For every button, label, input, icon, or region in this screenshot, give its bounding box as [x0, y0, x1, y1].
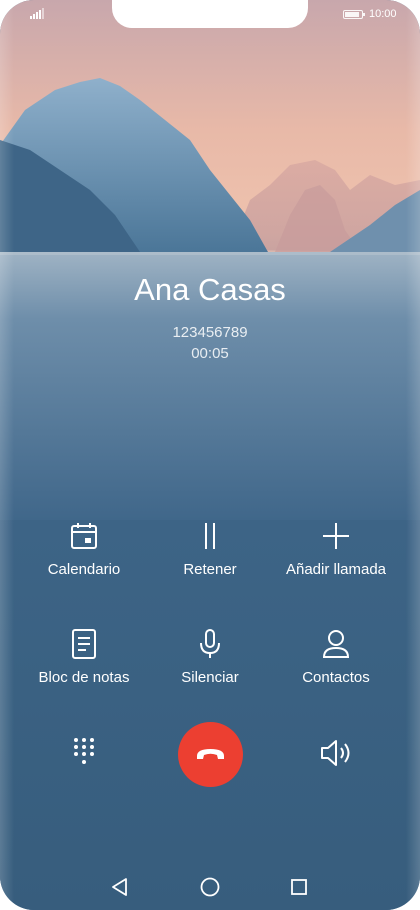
- edge-highlight-right: [406, 0, 420, 910]
- plus-icon: [323, 523, 349, 549]
- contact-icon: [322, 630, 350, 658]
- end-call-button[interactable]: [178, 722, 243, 787]
- microphone-icon: [200, 629, 220, 658]
- back-icon[interactable]: [109, 876, 131, 898]
- dialpad-icon[interactable]: [68, 735, 102, 769]
- hold-button[interactable]: Retener: [145, 521, 275, 591]
- hold-label: Retener: [183, 561, 237, 578]
- contact-name: Ana Casas: [134, 272, 286, 307]
- wallpaper-mountains: [0, 0, 420, 520]
- add-call-button[interactable]: Añadir llamada: [271, 521, 401, 591]
- signal-icon: [30, 8, 44, 19]
- battery-icon: [343, 10, 365, 19]
- contacts-button[interactable]: Contactos: [271, 629, 401, 699]
- mute-label: Silenciar: [181, 669, 239, 686]
- speaker-icon[interactable]: [318, 737, 354, 769]
- notes-button[interactable]: Bloc de notas: [19, 629, 149, 699]
- home-icon[interactable]: [199, 876, 221, 898]
- phone-number: 123456789: [172, 324, 248, 341]
- calendar-label: Calendario: [47, 561, 121, 578]
- status-bar: 10:00: [0, 0, 420, 30]
- calendar-icon: [71, 523, 97, 549]
- contacts-label: Contactos: [302, 669, 370, 686]
- call-duration: 00:05: [191, 345, 229, 362]
- status-time: 10:00: [369, 8, 397, 20]
- pause-icon: [205, 523, 215, 549]
- end-call-icon: [197, 749, 224, 759]
- notes-icon: [72, 629, 96, 659]
- add-call-label: Añadir llamada: [285, 561, 387, 578]
- recents-icon[interactable]: [288, 876, 310, 898]
- notes-label: Bloc de notas: [38, 669, 130, 686]
- edge-highlight-left: [0, 0, 14, 910]
- mute-button[interactable]: Silenciar: [145, 629, 275, 699]
- call-screen: 10:00 Ana Casas 123456789 00:05 Calendar…: [0, 0, 420, 910]
- calendar-button[interactable]: Calendario: [19, 521, 149, 591]
